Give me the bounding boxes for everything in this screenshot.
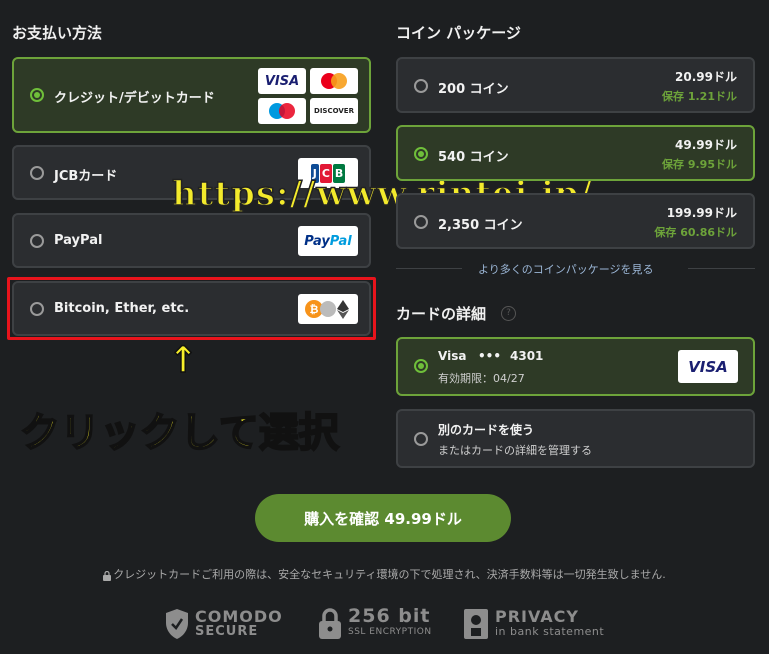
card-expiry: 有効期限：04/27 <box>438 372 525 385</box>
lock-icon <box>103 570 112 581</box>
mastercard-logo-icon <box>310 68 358 94</box>
package-label: 200 コイン <box>438 82 509 97</box>
security-note-text: クレジットカードご利用の際は、安全なセキュリティ環境の下で処理され、決済手数料等… <box>113 568 666 581</box>
package-savings: 保存 60.86ドル <box>654 226 737 239</box>
shield-icon <box>166 609 188 639</box>
card-details-heading: カードの詳細 <box>396 305 487 323</box>
other-card-subtitle: またはカードの詳細を管理する <box>438 444 592 457</box>
payment-option-label: Bitcoin, Ether, etc. <box>54 301 190 316</box>
visa-logo-icon: VISA <box>258 68 306 94</box>
privacy-caption: in bank statement <box>495 625 605 638</box>
package-price: 199.99ドル <box>666 206 737 220</box>
ssl-caption: SSL ENCRYPTION <box>348 627 432 637</box>
radio-button[interactable] <box>414 432 428 446</box>
radio-button[interactable] <box>30 234 44 248</box>
radio-button[interactable] <box>414 79 428 93</box>
comodo-secure-badge: COMODO SECURE <box>165 608 283 640</box>
radio-button[interactable] <box>30 166 44 180</box>
payment-option-credit-card[interactable]: クレジット/デビットカード VISA DISCOVER <box>12 57 371 133</box>
radio-button-selected[interactable] <box>30 88 44 102</box>
coin-packages-heading: コイン パッケージ <box>396 24 521 42</box>
divider-left <box>396 268 462 269</box>
card-last4: 4301 <box>510 349 544 363</box>
payment-option-label: クレジット/デビットカード <box>54 91 215 106</box>
security-note: クレジットカードご利用の際は、安全なセキュリティ環境の下で処理され、決済手数料等… <box>0 566 769 582</box>
instruction-text: クリックして選択 <box>19 409 340 457</box>
discover-logo-icon: DISCOVER <box>310 98 358 124</box>
payment-option-paypal[interactable]: PayPal PayPal <box>12 213 371 268</box>
privacy-text: PRIVACY <box>495 607 580 626</box>
radio-button[interactable] <box>30 302 44 316</box>
ssl-encryption-badge: 256 bit SSL ENCRYPTION <box>318 605 432 640</box>
payment-heading: お支払い方法 <box>12 24 103 42</box>
use-other-card[interactable]: 別のカードを使う またはカードの詳細を管理する <box>396 409 755 468</box>
card-masked-dots: ••• <box>478 349 502 363</box>
svg-text:₿: ₿ <box>310 303 319 316</box>
saved-card-visa[interactable]: Visa ••• 4301 有効期限：04/27 VISA <box>396 337 755 396</box>
more-packages-link[interactable]: より多くのコインパッケージを見る <box>478 261 654 277</box>
crypto-logo-icon: ₿ <box>298 294 358 324</box>
confirm-purchase-button[interactable]: 購入を確認 49.99ドル <box>255 494 511 542</box>
paypal-logo-icon: PayPal <box>298 226 358 256</box>
payment-option-label: JCBカード <box>54 169 118 184</box>
coin-package-540[interactable]: 540 コイン 49.99ドル 保存 9.95ドル <box>396 125 755 181</box>
ssl-bits-text: 256 bit <box>348 605 431 627</box>
other-card-title: 別のカードを使う <box>438 423 535 437</box>
up-arrow-icon: ↑ <box>167 339 199 382</box>
padlock-icon <box>319 608 341 639</box>
help-icon[interactable]: ? <box>501 306 516 321</box>
package-savings: 保存 9.95ドル <box>662 158 737 171</box>
package-price: 20.99ドル <box>675 70 737 84</box>
payment-option-crypto[interactable]: Bitcoin, Ether, etc. ₿ <box>12 281 371 336</box>
privacy-badge: PRIVACY in bank statement <box>463 608 604 640</box>
card-brand: Visa <box>438 349 467 363</box>
divider-right <box>688 268 755 269</box>
coin-package-2350[interactable]: 2,350 コイン 199.99ドル 保存 60.86ドル <box>396 193 755 249</box>
package-label: 540 コイン <box>438 150 509 165</box>
coin-package-200[interactable]: 200 コイン 20.99ドル 保存 1.21ドル <box>396 57 755 113</box>
package-savings: 保存 1.21ドル <box>662 90 737 103</box>
maestro-logo-icon <box>258 98 306 124</box>
radio-button-selected[interactable] <box>414 147 428 161</box>
radio-button[interactable] <box>414 215 428 229</box>
privacy-document-icon <box>464 609 488 639</box>
package-price: 49.99ドル <box>675 138 737 152</box>
visa-logo-icon: VISA <box>678 350 738 383</box>
package-label: 2,350 コイン <box>438 218 523 233</box>
secure-text: SECURE <box>195 624 259 639</box>
radio-button-selected[interactable] <box>414 359 428 373</box>
payment-option-label: PayPal <box>54 233 103 248</box>
comodo-text: COMODO <box>195 607 283 626</box>
